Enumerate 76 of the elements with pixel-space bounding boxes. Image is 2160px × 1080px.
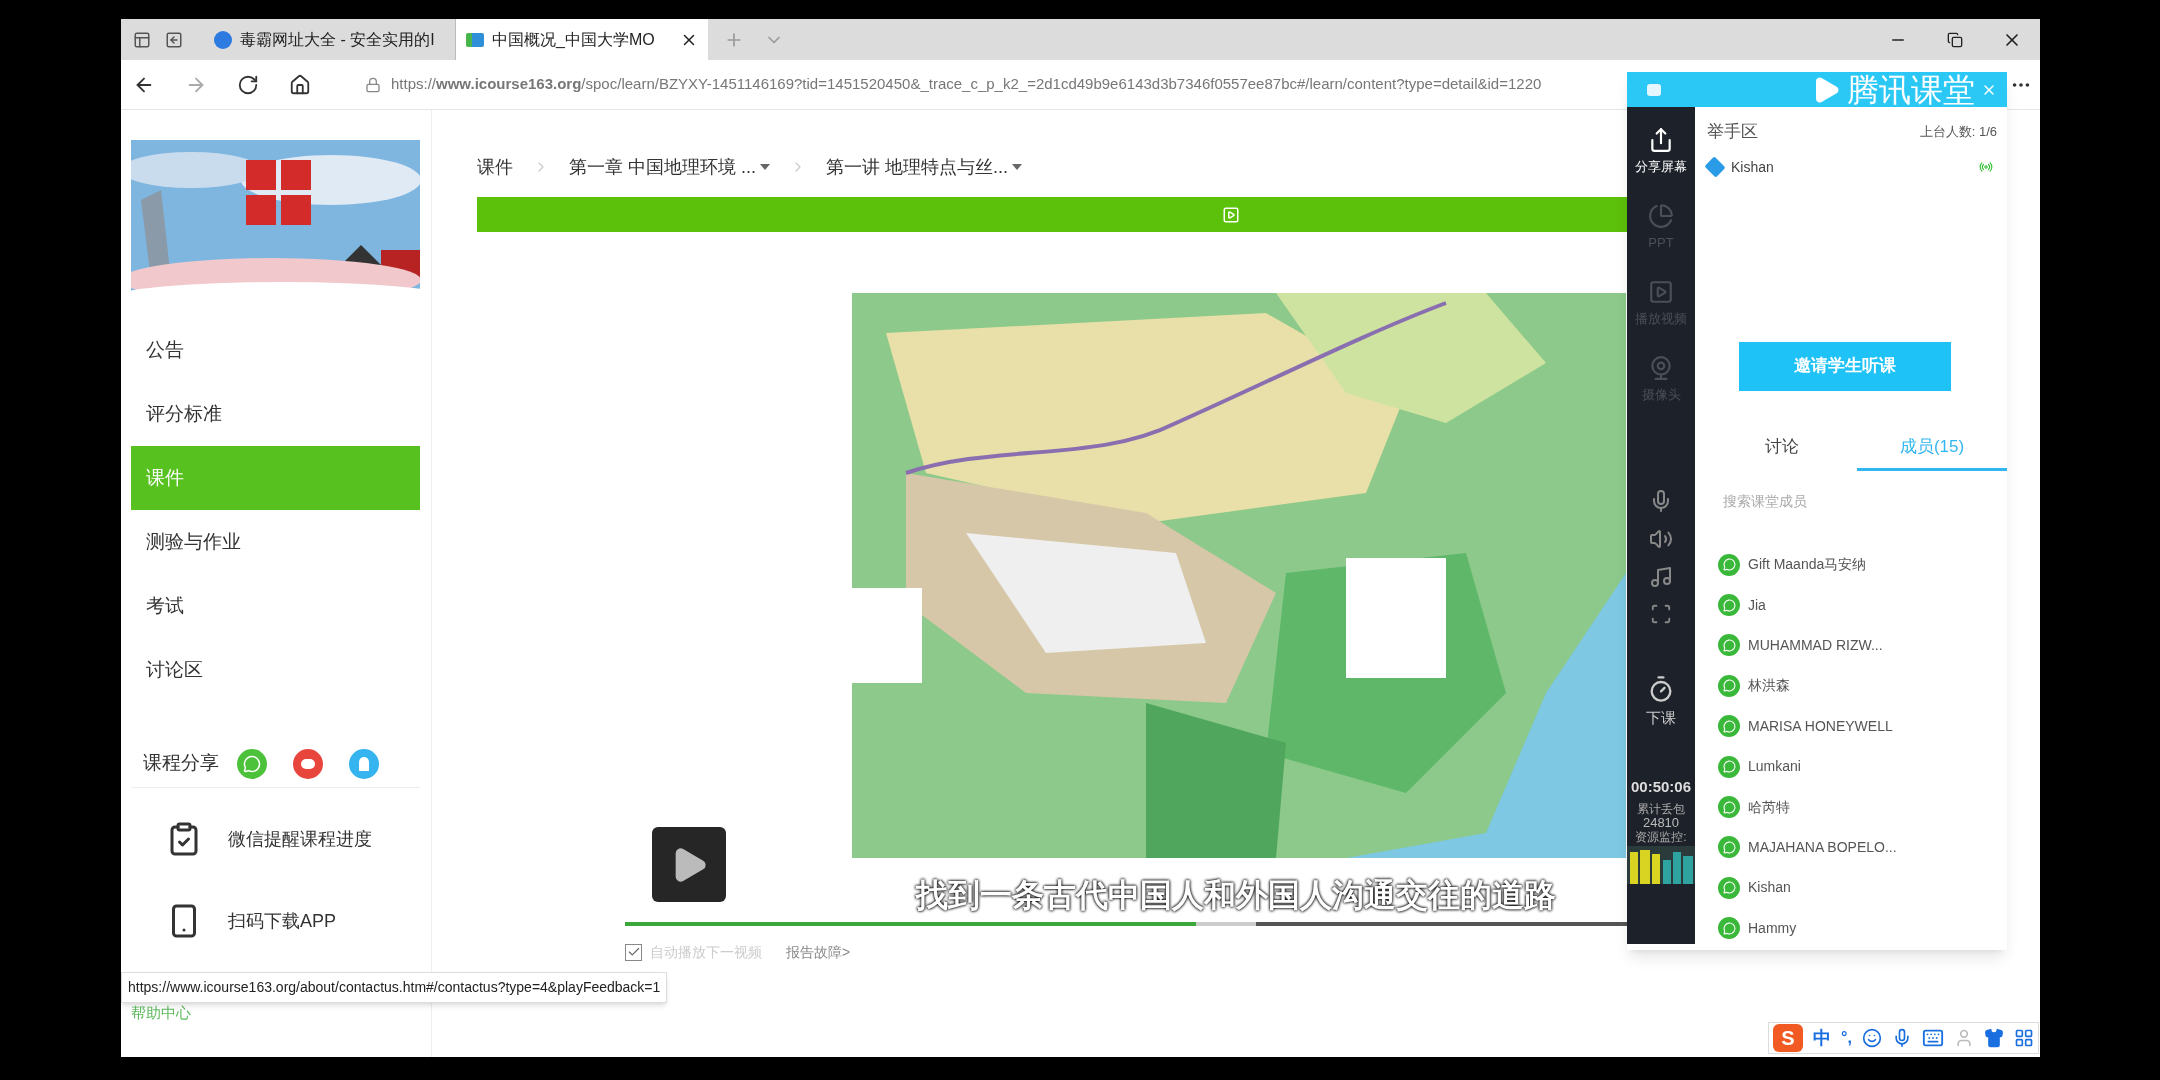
wechat-icon (1718, 836, 1740, 859)
sidebar-item[interactable]: 考试 (131, 574, 420, 638)
restore-icon[interactable] (1946, 31, 1963, 48)
slides-icon (1648, 203, 1674, 229)
member-name[interactable]: Jia (1748, 594, 1766, 616)
ime-mode[interactable]: 中 (1813, 1024, 1831, 1052)
end-class-button[interactable]: 下课 (1646, 675, 1676, 730)
set-aside-icon[interactable] (165, 30, 183, 49)
member-name[interactable]: MAJAHANA BOPELO... (1748, 836, 1897, 858)
sidebar-link[interactable]: 扫码下载APP (228, 907, 337, 935)
wechat-icon (1718, 634, 1740, 657)
report-link[interactable]: 报告故障> (786, 941, 851, 963)
punctuation-mode[interactable]: °, (1841, 1026, 1852, 1050)
usage-graph (1627, 846, 1695, 884)
wechat-icon (1718, 796, 1740, 819)
member-name[interactable]: Hammy (1748, 917, 1797, 939)
member-name[interactable]: Lumkani (1748, 756, 1801, 778)
music-icon[interactable] (1649, 565, 1673, 589)
member-name[interactable]: Gift Maanda马安纳 (1748, 554, 1867, 576)
skin-icon[interactable] (1983, 1028, 2004, 1048)
camera-icon (1648, 355, 1674, 381)
breadcrumb-link[interactable]: 课件 (477, 153, 513, 181)
wechat-icon (1718, 594, 1740, 617)
audio-signal-icon (1979, 160, 1993, 174)
member-name[interactable]: MUHAMMAD RIZW... (1748, 634, 1883, 656)
member-name[interactable]: MARISA HONEYWELL (1748, 715, 1893, 737)
wechat-icon (1718, 674, 1740, 697)
app-icon (1647, 83, 1661, 96)
stage-count: 上台人数: 1/6 (1919, 123, 1998, 141)
video-icon (1222, 205, 1240, 224)
hand-raise-heading: 举手区 (1707, 121, 1758, 143)
reload-icon[interactable] (237, 73, 259, 96)
sidebar-item[interactable]: 讨论区 (131, 638, 420, 702)
keyboard-icon[interactable] (1921, 1027, 1944, 1049)
breadcrumb-link[interactable]: 第一讲 地理特点与丝... (826, 153, 1023, 181)
sidebar-item[interactable]: 评分标准 (131, 382, 420, 446)
member-search-field[interactable]: 搜索课堂成员 (1723, 486, 2007, 515)
browser-tab[interactable]: 中国概况_中国大学MO (456, 19, 708, 60)
play-icon (1648, 279, 1674, 305)
wechat-icon (1718, 715, 1740, 738)
stage-member[interactable]: Kishan (1731, 156, 1774, 178)
check-icon (626, 945, 641, 959)
app-title: 腾讯课堂 (1847, 73, 1975, 106)
autoplay-checkbox[interactable] (625, 943, 642, 961)
speaker-icon[interactable] (1649, 527, 1673, 551)
subtitle-text: 找到一条古代中国人和外国人沟通交往的道路 (916, 877, 1556, 913)
share-screen-icon (1648, 127, 1674, 153)
member-name[interactable]: 哈芮特 (1748, 796, 1790, 818)
timer-text: 00:50:06 (1630, 776, 1691, 797)
member-name[interactable]: 林洪森 (1748, 675, 1790, 697)
packet-loss-value: 24810 (1642, 816, 1680, 830)
wechat-icon (1718, 917, 1740, 940)
wechat-icon (1718, 755, 1740, 778)
packet-loss-label: 累计丢包 (1637, 802, 1685, 816)
home-icon[interactable] (289, 73, 311, 96)
breadcrumb-link[interactable]: 第一章 中国地理环境 ... (569, 153, 770, 181)
lock-icon (365, 76, 381, 93)
toolbox-icon[interactable] (2013, 1028, 2034, 1048)
panel-tab[interactable]: 讨论 (1707, 426, 1857, 471)
share-label: 课程分享 (143, 751, 219, 776)
emoji-icon[interactable] (1861, 1028, 1882, 1048)
sidebar-item[interactable]: 测验与作业 (131, 510, 420, 574)
progress-track[interactable] (625, 922, 1627, 926)
tool-button[interactable]: 分享屏幕 (1627, 127, 1695, 203)
monitor-label: 资源监控: (1635, 830, 1687, 844)
url-tooltip: https://www.icourse163.org/about/contactus.htm#/contactus?type=4&playFeedback=1 (121, 972, 668, 1003)
member-name[interactable]: Kishan (1748, 877, 1791, 899)
sidebar-item[interactable]: 公告 (131, 318, 420, 382)
wechat-icon (1718, 876, 1740, 899)
wechat-icon (1718, 553, 1740, 576)
play-button[interactable] (652, 827, 726, 902)
address-field[interactable]: https://www.icourse163.org/spoc/learn/BZYXY-1451146169?tid=1451520450&_trace_c_p_k2_=2d1cd49b9e6143d3b7346f0557ee87bc#/learn/content?type=detail&id=1220 (391, 73, 1621, 96)
sidebar-link[interactable]: 微信提醒课程进度 (228, 825, 372, 853)
weibo-icon[interactable] (293, 748, 323, 779)
fullscreen-icon[interactable] (1650, 603, 1672, 625)
tabs-icon[interactable] (133, 30, 151, 49)
